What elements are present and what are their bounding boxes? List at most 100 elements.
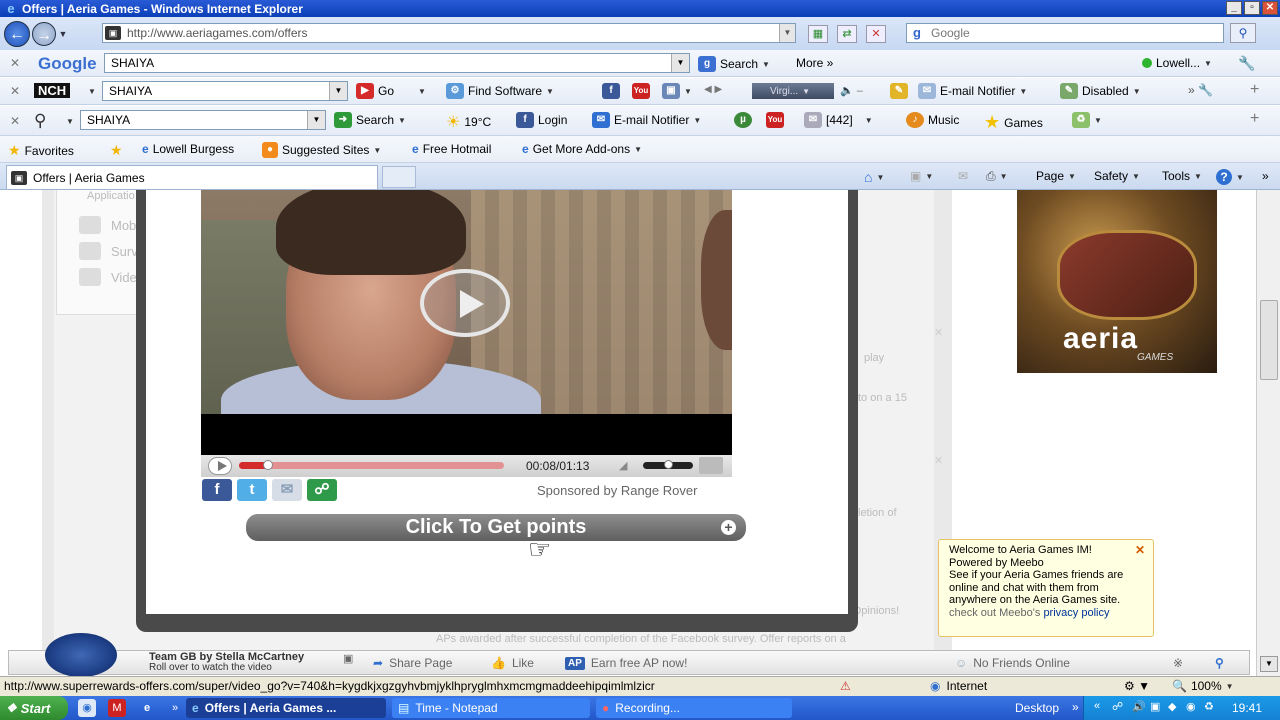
feeds-button[interactable]: ▣ ▼ bbox=[910, 169, 933, 183]
overflow-chevron-icon[interactable]: » 🔧 bbox=[1188, 83, 1213, 97]
ie-quicklaunch-icon[interactable]: e bbox=[138, 699, 156, 717]
weather-button[interactable]: ☀ 19°C bbox=[446, 112, 491, 132]
facebook-share-icon[interactable]: f bbox=[602, 83, 620, 99]
video-frame[interactable] bbox=[201, 190, 732, 414]
speaker-icon[interactable]: ◢ bbox=[619, 460, 631, 472]
get-points-button[interactable]: Click To Get points + bbox=[246, 514, 746, 541]
web-search-field[interactable]: g Google bbox=[906, 23, 1224, 43]
address-field[interactable]: ▣ http://www.aeriagames.com/offers ▼ bbox=[102, 23, 796, 43]
seek-handle[interactable] bbox=[263, 460, 273, 470]
stop-icon[interactable]: ✕ bbox=[866, 25, 886, 43]
add-to-favorites-icon[interactable]: ★ bbox=[110, 142, 123, 159]
play-overlay-icon[interactable] bbox=[420, 269, 510, 337]
close-toolbar-icon[interactable]: ✕ bbox=[8, 114, 22, 128]
screen-capture-icon[interactable]: ▣ ▼ bbox=[662, 83, 692, 99]
facebook-login-button[interactable]: f Login bbox=[516, 112, 567, 128]
nch-email-notifier-button[interactable]: ✉ E-mail Notifier ▼ bbox=[918, 83, 1027, 99]
update-icon[interactable]: ♻ bbox=[1204, 700, 1214, 713]
security-zone[interactable]: ◉ Internet bbox=[930, 679, 987, 693]
add-toolbar-icon[interactable]: + bbox=[1250, 81, 1259, 99]
zoom-control[interactable]: 🔍 100% ▼ bbox=[1172, 679, 1234, 693]
close-tooltip-icon[interactable]: ✕ bbox=[1135, 544, 1145, 557]
start-button[interactable]: ❖ Start bbox=[0, 696, 68, 720]
earn-ap-button[interactable]: AP Earn free AP now! bbox=[565, 656, 687, 670]
chevron-down-icon[interactable]: ▼ bbox=[418, 87, 426, 96]
google-account-button[interactable]: Lowell... ▼ bbox=[1142, 56, 1212, 70]
volume-icon[interactable]: 🔈 – bbox=[840, 84, 863, 97]
speaker-tray-icon[interactable]: 🔊 bbox=[1132, 700, 1146, 713]
compatibility-view-icon[interactable]: ▦ bbox=[808, 25, 828, 43]
share-page-button[interactable]: ➦ Share Page bbox=[373, 656, 452, 670]
google-search-button[interactable]: g Search ▼ bbox=[698, 56, 770, 72]
forward-button[interactable]: → bbox=[32, 21, 56, 46]
chevron-down-icon[interactable]: ▼ bbox=[88, 87, 96, 96]
email-notifier-button[interactable]: ✉ E-mail Notifier ▼ bbox=[592, 112, 701, 128]
network-icon[interactable]: ☍ bbox=[1112, 700, 1123, 713]
security-shield-icon[interactable]: ◆ bbox=[1168, 700, 1176, 713]
google-query-dropdown-icon[interactable]: ▼ bbox=[671, 54, 689, 72]
volume-handle[interactable] bbox=[664, 460, 673, 469]
favorite-link-free-hotmail[interactable]: e Free Hotmail bbox=[412, 142, 491, 156]
home-button[interactable]: ⌂ ▼ bbox=[864, 169, 884, 185]
popup-blocked-icon[interactable]: ⚠ bbox=[840, 679, 851, 693]
desktop-overflow-icon[interactable]: » bbox=[1072, 700, 1079, 714]
twitter-share-button[interactable]: t bbox=[237, 479, 267, 501]
nch-go-button[interactable]: ▶ Go bbox=[356, 83, 394, 99]
pencil-icon[interactable]: ✎ bbox=[890, 83, 908, 99]
google-search-input[interactable]: SHAIYA ▼ bbox=[104, 53, 690, 73]
task-offers-aeria-games[interactable]: e Offers | Aeria Games ... bbox=[186, 698, 386, 718]
promo-info-icon[interactable]: ▣ bbox=[343, 652, 353, 665]
maximize-button[interactable]: ▫ bbox=[1244, 1, 1260, 15]
games-button[interactable]: ★ Games bbox=[984, 112, 1043, 133]
task-recording[interactable]: ● Recording... bbox=[596, 698, 792, 718]
favorites-button[interactable]: ★ Favorites bbox=[8, 142, 74, 159]
close-icon[interactable]: ✕ bbox=[934, 454, 943, 467]
play-button[interactable] bbox=[208, 457, 232, 475]
magnifier-search-icon[interactable]: ⚲ bbox=[1230, 23, 1256, 43]
tab-offers-aeria-games[interactable]: ▣ Offers | Aeria Games bbox=[6, 165, 378, 189]
category-item[interactable]: Surv bbox=[79, 242, 138, 260]
scrollbar-thumb[interactable] bbox=[1260, 300, 1278, 380]
radio-station-select[interactable]: Virgi... ▼ bbox=[752, 83, 834, 99]
page-menu-button[interactable]: Page ▼ bbox=[1036, 169, 1076, 183]
scroll-down-arrow-icon[interactable]: ▼ bbox=[1260, 656, 1278, 672]
close-toolbar-icon[interactable]: ✕ bbox=[8, 56, 22, 70]
add-toolbar-icon[interactable]: + bbox=[1250, 110, 1259, 128]
tools-menu-button[interactable]: Tools ▼ bbox=[1162, 169, 1202, 183]
addon-button[interactable]: ♻ ▼ bbox=[1072, 112, 1102, 128]
address-dropdown-icon[interactable]: ▼ bbox=[779, 24, 795, 42]
vertical-scrollbar[interactable]: ▼ bbox=[1256, 190, 1280, 676]
tray-expand-icon[interactable]: « bbox=[1094, 700, 1100, 712]
read-mail-icon[interactable]: ✉ bbox=[958, 169, 968, 183]
antivirus-icon[interactable]: ◉ bbox=[1186, 700, 1196, 713]
bluetooth-icon[interactable]: ▣ bbox=[1150, 700, 1160, 713]
clock[interactable]: 19:41 bbox=[1232, 701, 1262, 715]
volume-slider[interactable] bbox=[643, 460, 693, 469]
quicklaunch-overflow-icon[interactable]: » bbox=[166, 699, 184, 717]
nch-search-input[interactable]: SHAIYA ▼ bbox=[102, 81, 348, 101]
favorite-link-lowell-burgess[interactable]: e Lowell Burgess bbox=[142, 142, 234, 156]
minimize-button[interactable]: _ bbox=[1226, 1, 1242, 15]
favorite-link-suggested-sites[interactable]: ● Suggested Sites ▼ bbox=[262, 142, 381, 158]
fullscreen-button[interactable] bbox=[699, 457, 723, 474]
seek-bar[interactable] bbox=[239, 460, 504, 470]
close-icon[interactable]: ✕ bbox=[934, 326, 943, 339]
safety-menu-button[interactable]: Safety ▼ bbox=[1094, 169, 1140, 183]
team-gb-lion-icon[interactable] bbox=[45, 633, 117, 677]
privacy-policy-link[interactable]: privacy policy bbox=[1043, 607, 1109, 619]
friends-online-button[interactable]: ☺ No Friends Online bbox=[955, 656, 1070, 670]
task-time-notepad[interactable]: ▤ Time - Notepad bbox=[392, 698, 590, 718]
category-item[interactable]: Vide bbox=[79, 268, 137, 286]
back-button[interactable]: ← bbox=[4, 20, 30, 47]
overflow-chevron-icon[interactable]: » bbox=[1262, 169, 1269, 183]
disabled-button[interactable]: ✎ Disabled ▼ bbox=[1060, 83, 1141, 99]
favorite-link-get-more-addons[interactable]: e Get More Add-ons ▼ bbox=[522, 142, 642, 156]
share-more-button[interactable]: ☍ bbox=[307, 479, 337, 501]
signal-icon[interactable]: ※ bbox=[1173, 656, 1183, 670]
gmail-icon[interactable]: M bbox=[108, 699, 126, 717]
facebook-share-button[interactable]: f bbox=[202, 479, 232, 501]
utorrent-icon[interactable]: µ bbox=[734, 112, 752, 128]
like-button[interactable]: 👍 Like bbox=[491, 656, 534, 670]
toolbar-query-dropdown-icon[interactable]: ▼ bbox=[307, 111, 325, 129]
youtube-icon[interactable]: You bbox=[632, 83, 650, 99]
